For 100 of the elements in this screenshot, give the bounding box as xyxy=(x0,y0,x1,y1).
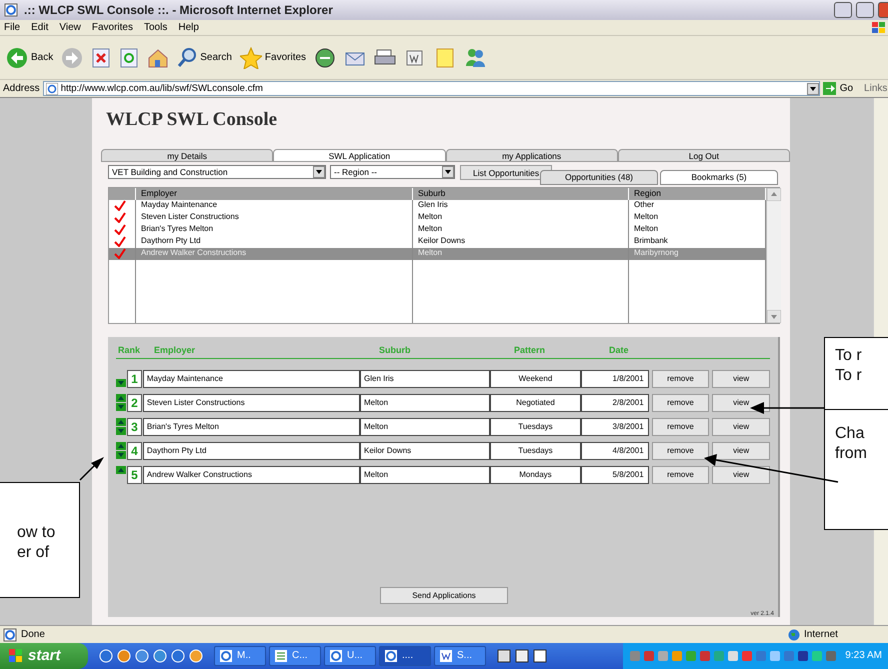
app-icon[interactable] xyxy=(533,649,547,663)
view-button[interactable]: view xyxy=(712,370,770,388)
table-cell[interactable]: Melton xyxy=(629,212,766,224)
menu-item[interactable]: Edit xyxy=(31,22,48,34)
menu-item[interactable]: File xyxy=(4,22,20,34)
move-up-button[interactable] xyxy=(116,418,126,426)
remove-button[interactable]: remove xyxy=(652,418,710,436)
rank-number: 4 xyxy=(127,442,142,460)
search-button[interactable]: Search xyxy=(175,44,234,70)
remove-button[interactable]: remove xyxy=(652,370,710,388)
windows-logo-icon xyxy=(8,648,24,664)
taskbar-button[interactable]: M.. xyxy=(214,646,266,666)
spreadsheet-icon xyxy=(274,649,288,663)
taskbar-button[interactable]: S... xyxy=(434,646,486,666)
view-button[interactable]: view xyxy=(712,394,770,412)
view-button[interactable]: view xyxy=(712,442,770,460)
address-field[interactable]: http://www.wlcp.com.au/lib/swf/SWLconsole.cfm xyxy=(42,81,820,96)
forward-icon[interactable] xyxy=(61,46,84,68)
check-icon[interactable] xyxy=(114,236,126,247)
check-icon[interactable] xyxy=(114,212,126,223)
move-down-button[interactable] xyxy=(116,403,126,411)
table-cell: Melton xyxy=(360,418,490,436)
check-icon[interactable] xyxy=(114,248,126,259)
move-down-button[interactable] xyxy=(116,427,126,435)
view-button[interactable]: view xyxy=(712,466,770,484)
scrollbar[interactable] xyxy=(766,188,781,323)
stop-icon[interactable] xyxy=(91,46,112,68)
move-down-button[interactable] xyxy=(116,379,126,387)
check-icon[interactable] xyxy=(114,200,126,211)
taskbar-button[interactable]: U... xyxy=(324,646,376,666)
dropdown-icon[interactable] xyxy=(806,82,819,94)
course-dropdown[interactable]: VET Building and Construction xyxy=(108,165,326,179)
rank-number: 2 xyxy=(127,394,142,412)
callout-text: Cha xyxy=(835,424,866,444)
table-cell: Melton xyxy=(360,394,490,412)
tray-icon[interactable] xyxy=(727,649,740,663)
list-opportunities-button[interactable]: List Opportunities xyxy=(460,165,552,180)
refresh-icon[interactable] xyxy=(119,46,140,68)
arrow xyxy=(79,457,104,481)
table-cell[interactable]: Melton xyxy=(413,224,629,236)
document-icon xyxy=(439,649,453,663)
app-icon[interactable] xyxy=(497,649,511,663)
minimize-button[interactable] xyxy=(834,2,852,18)
move-up-button[interactable] xyxy=(116,466,126,474)
page-title: WLCP SWL Console xyxy=(106,109,278,132)
table-cell: Steven Lister Constructions xyxy=(142,394,360,412)
note-icon[interactable] xyxy=(434,46,456,68)
remove-button[interactable]: remove xyxy=(652,442,710,460)
tray-icon[interactable] xyxy=(769,649,782,663)
move-up-button[interactable] xyxy=(116,394,126,402)
tray-icon[interactable] xyxy=(797,649,810,663)
table-cell[interactable]: Glen Iris xyxy=(413,200,629,212)
menu-item[interactable]: Favorites xyxy=(92,22,133,34)
tray-icon[interactable] xyxy=(699,649,712,663)
home-icon[interactable] xyxy=(147,46,170,68)
people-icon[interactable] xyxy=(464,46,486,68)
tab[interactable]: Bookmarks (5) xyxy=(660,170,778,185)
back-button[interactable]: Back xyxy=(4,44,56,70)
move-down-button[interactable] xyxy=(116,451,126,459)
menu-item[interactable]: Tools xyxy=(144,22,168,34)
tab[interactable]: Opportunities (48) xyxy=(540,170,658,185)
move-up-button[interactable] xyxy=(116,442,126,450)
tab[interactable]: Log Out xyxy=(618,149,790,162)
table-cell[interactable]: Mayday Maintenance xyxy=(136,200,413,212)
table-cell[interactable]: Melton xyxy=(629,224,766,236)
go-button[interactable]: Go xyxy=(822,82,854,95)
zone-label: Internet xyxy=(804,628,838,640)
tab[interactable]: SWL Application xyxy=(273,149,446,162)
tray-icon[interactable] xyxy=(643,649,656,663)
menu-item[interactable]: View xyxy=(59,22,81,34)
page-icon xyxy=(3,628,17,642)
tab[interactable]: my Applications xyxy=(446,149,618,162)
table-cell[interactable]: Brian's Tyres Melton xyxy=(136,224,413,236)
app-icon[interactable] xyxy=(515,649,529,663)
rank-number: 3 xyxy=(127,418,142,436)
scroll-up-icon[interactable] xyxy=(767,188,781,201)
tray-icon[interactable] xyxy=(825,649,838,663)
browser-icon xyxy=(384,649,398,663)
view-button[interactable]: view xyxy=(712,418,770,436)
scroll-down-icon[interactable] xyxy=(767,310,781,323)
table-cell[interactable]: Other xyxy=(629,200,766,212)
clock: 9:23 AM xyxy=(845,650,882,662)
table-cell[interactable]: Steven Lister Constructions xyxy=(136,212,413,224)
favorites-button[interactable]: Favorites xyxy=(238,44,308,70)
check-icon[interactable] xyxy=(114,224,126,235)
close-button[interactable] xyxy=(878,2,888,18)
maximize-button[interactable] xyxy=(856,2,874,18)
table-cell[interactable]: Melton xyxy=(413,212,629,224)
taskbar-button[interactable]: .... xyxy=(379,646,431,666)
region-dropdown[interactable]: -- Region -- xyxy=(330,165,455,179)
column-header: Region xyxy=(629,188,766,200)
browser-icon xyxy=(4,3,18,17)
media-icon[interactable] xyxy=(314,46,336,68)
taskbar-button[interactable]: C... xyxy=(269,646,321,666)
remove-button[interactable]: remove xyxy=(652,394,710,412)
send-applications-button[interactable]: Send Applications xyxy=(380,587,508,604)
remove-button[interactable]: remove xyxy=(652,466,710,484)
links-label[interactable]: Links xyxy=(864,82,888,94)
menu-item[interactable]: Help xyxy=(178,22,199,34)
tab[interactable]: my Details xyxy=(101,149,274,162)
